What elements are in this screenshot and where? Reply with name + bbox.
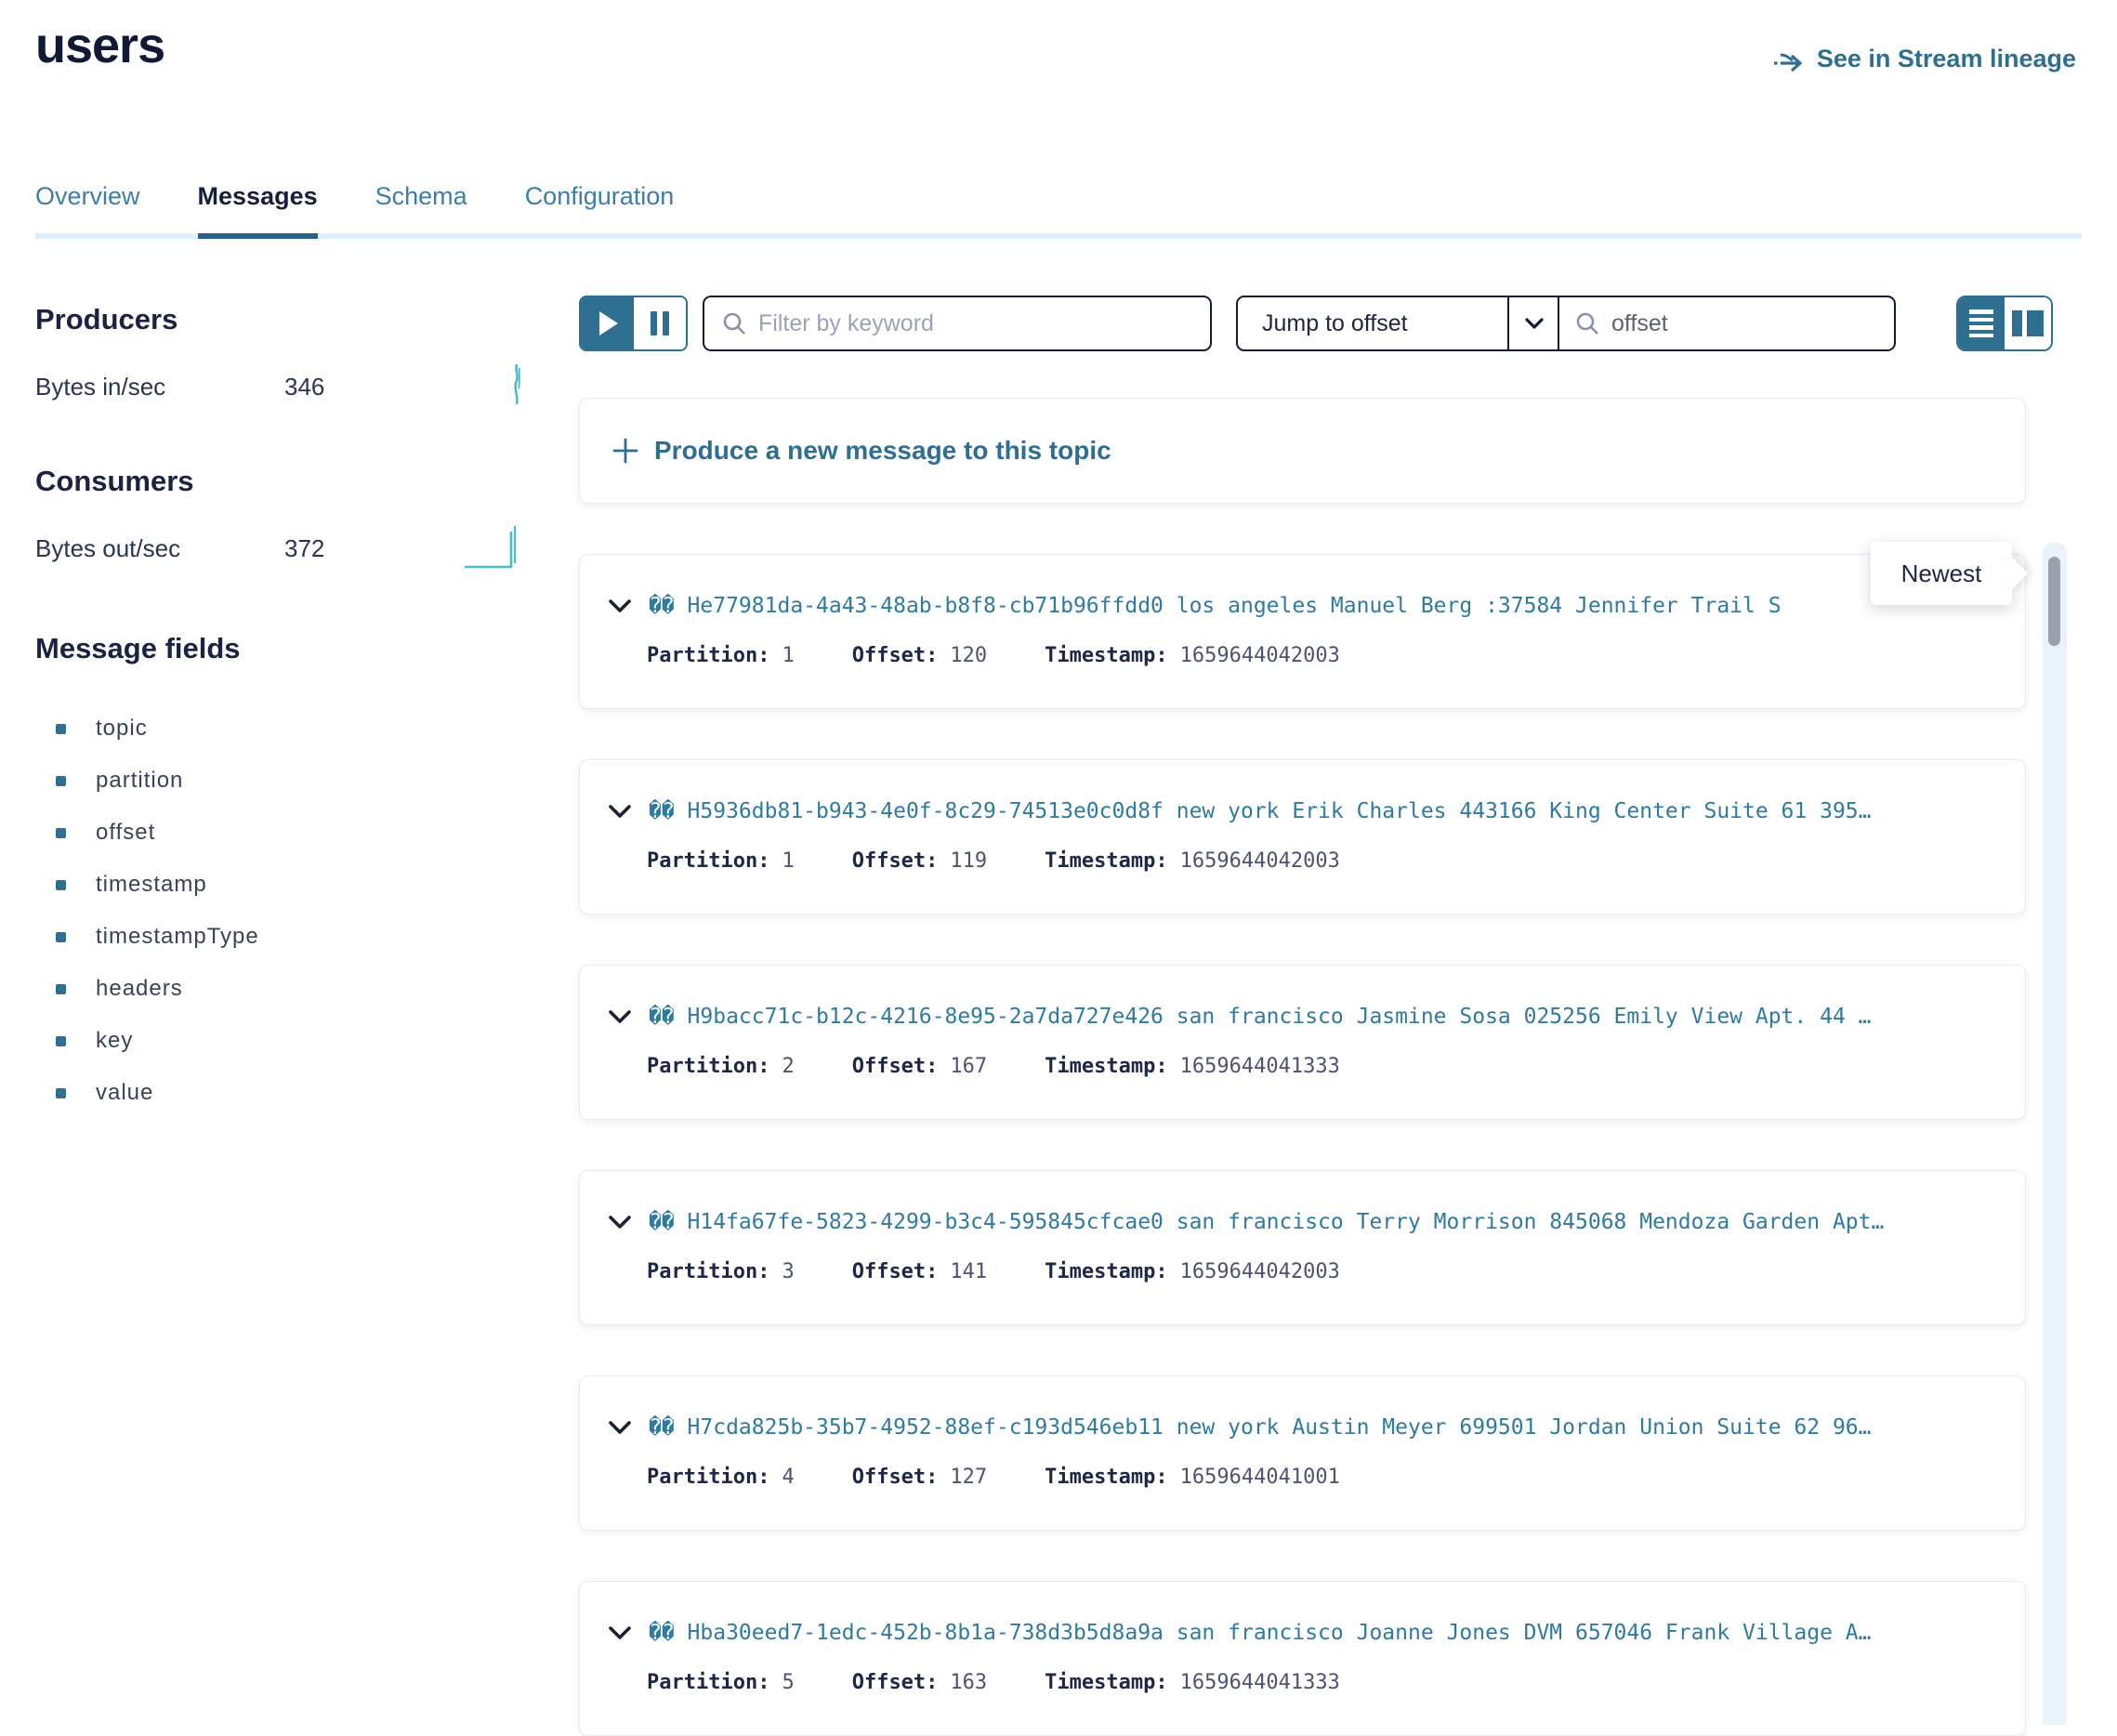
producers-heading: Producers bbox=[35, 303, 528, 336]
field-bullet-icon bbox=[56, 984, 66, 994]
message-card[interactable]: �� H9bacc71c-b12c-4216-8e95-2a7da727e426… bbox=[579, 965, 2026, 1120]
field-item-key[interactable]: key bbox=[35, 1015, 528, 1067]
message-meta: Partition:2 Offset:167 Timestamp:1659644… bbox=[647, 1055, 1997, 1078]
stream-lineage-label: See in Stream lineage bbox=[1817, 45, 2076, 73]
message-meta: Partition:5 Offset:163 Timestamp:1659644… bbox=[647, 1671, 1997, 1694]
offset-search-container bbox=[1558, 296, 1896, 351]
tab-bar: Overview Messages Schema Configuration bbox=[35, 182, 2082, 239]
chevron-down-icon[interactable] bbox=[608, 804, 632, 819]
stream-lineage-link[interactable]: See in Stream lineage bbox=[1772, 45, 2076, 73]
messages-panel: Jump to offset bbox=[579, 296, 2066, 1736]
field-bullet-icon bbox=[56, 880, 66, 890]
consumers-heading: Consumers bbox=[35, 465, 528, 498]
message-meta: Partition:4 Offset:127 Timestamp:1659644… bbox=[647, 1466, 1997, 1489]
field-item-offset[interactable]: offset bbox=[35, 807, 528, 859]
field-bullet-icon bbox=[56, 828, 66, 838]
field-bullet-icon bbox=[56, 1036, 66, 1046]
view-mode-toggle bbox=[1956, 296, 2053, 351]
messages-scrollbar-thumb[interactable] bbox=[2048, 557, 2060, 646]
chevron-down-icon[interactable] bbox=[608, 1420, 632, 1435]
bytes-out-value: 372 bbox=[284, 534, 324, 563]
field-item-headers[interactable]: headers bbox=[35, 963, 528, 1015]
filter-input-container bbox=[703, 296, 1212, 351]
offset-search-input[interactable] bbox=[1611, 310, 1911, 337]
message-fields-list: topic partition offset timestamp timesta… bbox=[35, 703, 528, 1119]
play-pause-toggle bbox=[579, 296, 688, 351]
chevron-down-icon bbox=[1524, 317, 1545, 330]
dropdown-chevron[interactable] bbox=[1507, 297, 1559, 349]
field-bullet-icon bbox=[56, 932, 66, 942]
messages-toolbar: Jump to offset bbox=[579, 296, 2066, 351]
list-view-button[interactable] bbox=[1958, 297, 2005, 349]
tab-configuration[interactable]: Configuration bbox=[525, 182, 675, 239]
message-card[interactable]: �� H14fa67fe-5823-4299-b3c4-595845cfcae0… bbox=[579, 1170, 2026, 1325]
message-card[interactable]: �� He77981da-4a43-48ab-b8f8-cb71b96ffdd0… bbox=[579, 554, 2026, 709]
pause-icon bbox=[651, 311, 669, 335]
jump-to-offset-dropdown[interactable]: Jump to offset bbox=[1236, 296, 1561, 351]
message-key: �� Hba30eed7-1edc-452b-8b1a-738d3b5d8a9a… bbox=[649, 1621, 1871, 1645]
bytes-in-value: 346 bbox=[284, 373, 324, 401]
field-bullet-icon bbox=[56, 776, 66, 786]
tab-schema[interactable]: Schema bbox=[375, 182, 467, 239]
chevron-down-icon[interactable] bbox=[608, 1215, 632, 1230]
bytes-in-label: Bytes in/sec bbox=[35, 373, 284, 401]
chevron-down-icon[interactable] bbox=[608, 598, 632, 613]
tab-overview[interactable]: Overview bbox=[35, 182, 140, 239]
producers-metric-row: Bytes in/sec 346 bbox=[35, 364, 528, 409]
play-icon bbox=[599, 311, 618, 335]
newest-tooltip: Newest bbox=[1871, 542, 2012, 605]
message-key: �� H9bacc71c-b12c-4216-8e95-2a7da727e426… bbox=[649, 1005, 1871, 1029]
field-item-topic[interactable]: topic bbox=[35, 703, 528, 755]
search-icon bbox=[721, 310, 747, 336]
message-meta: Partition:1 Offset:119 Timestamp:1659644… bbox=[647, 849, 1997, 873]
field-item-timestamp[interactable]: timestamp bbox=[35, 859, 528, 911]
message-card[interactable]: �� Hba30eed7-1edc-452b-8b1a-738d3b5d8a9a… bbox=[579, 1581, 2026, 1736]
search-icon bbox=[1574, 310, 1600, 336]
field-item-value[interactable]: value bbox=[35, 1067, 528, 1119]
field-bullet-icon bbox=[56, 1088, 66, 1098]
consumers-metric-row: Bytes out/sec 372 bbox=[35, 526, 528, 571]
message-card[interactable]: �� H5936db81-b943-4e0f-8c29-74513e0c0d8f… bbox=[579, 759, 2026, 914]
bytes-in-sparkline bbox=[506, 361, 528, 407]
field-item-timestampType[interactable]: timestampType bbox=[35, 911, 528, 963]
message-meta: Partition:1 Offset:120 Timestamp:1659644… bbox=[647, 644, 1997, 667]
bytes-out-label: Bytes out/sec bbox=[35, 534, 284, 563]
field-item-partition[interactable]: partition bbox=[35, 755, 528, 807]
jump-to-offset-label: Jump to offset bbox=[1238, 297, 1507, 349]
message-key: �� H14fa67fe-5823-4299-b3c4-595845cfcae0… bbox=[649, 1210, 1884, 1234]
chevron-down-icon[interactable] bbox=[608, 1009, 632, 1024]
page-title: users bbox=[35, 17, 164, 74]
produce-message-label: Produce a new message to this topic bbox=[654, 436, 1111, 466]
chevron-down-icon[interactable] bbox=[608, 1625, 632, 1640]
sidebar: Producers Bytes in/sec 346 Consumers Byt… bbox=[35, 303, 528, 1119]
field-bullet-icon bbox=[56, 724, 66, 734]
newest-tooltip-label: Newest bbox=[1901, 559, 1982, 588]
messages-scrollbar-track[interactable] bbox=[2043, 542, 2067, 1725]
message-key: �� H7cda825b-35b7-4952-88ef-c193d546eb11… bbox=[649, 1415, 1871, 1440]
message-key: �� He77981da-4a43-48ab-b8f8-cb71b96ffdd0… bbox=[649, 594, 1782, 618]
filter-keyword-input[interactable] bbox=[758, 310, 1193, 337]
produce-message-button[interactable]: Produce a new message to this topic bbox=[579, 398, 2026, 504]
bytes-out-sparkline bbox=[463, 522, 528, 572]
message-meta: Partition:3 Offset:141 Timestamp:1659644… bbox=[647, 1260, 1997, 1283]
plus-icon bbox=[611, 437, 639, 465]
message-card[interactable]: �� H7cda825b-35b7-4952-88ef-c193d546eb11… bbox=[579, 1375, 2026, 1531]
message-fields-heading: Message fields bbox=[35, 632, 528, 665]
list-view-icon bbox=[1969, 309, 1993, 337]
split-view-icon bbox=[2012, 310, 2044, 336]
play-button[interactable] bbox=[581, 297, 634, 349]
message-key: �� H5936db81-b943-4e0f-8c29-74513e0c0d8f… bbox=[649, 799, 1871, 823]
split-view-button[interactable] bbox=[2005, 297, 2051, 349]
stream-lineage-icon bbox=[1772, 47, 1806, 72]
pause-button[interactable] bbox=[634, 297, 687, 349]
tab-messages[interactable]: Messages bbox=[198, 182, 318, 239]
